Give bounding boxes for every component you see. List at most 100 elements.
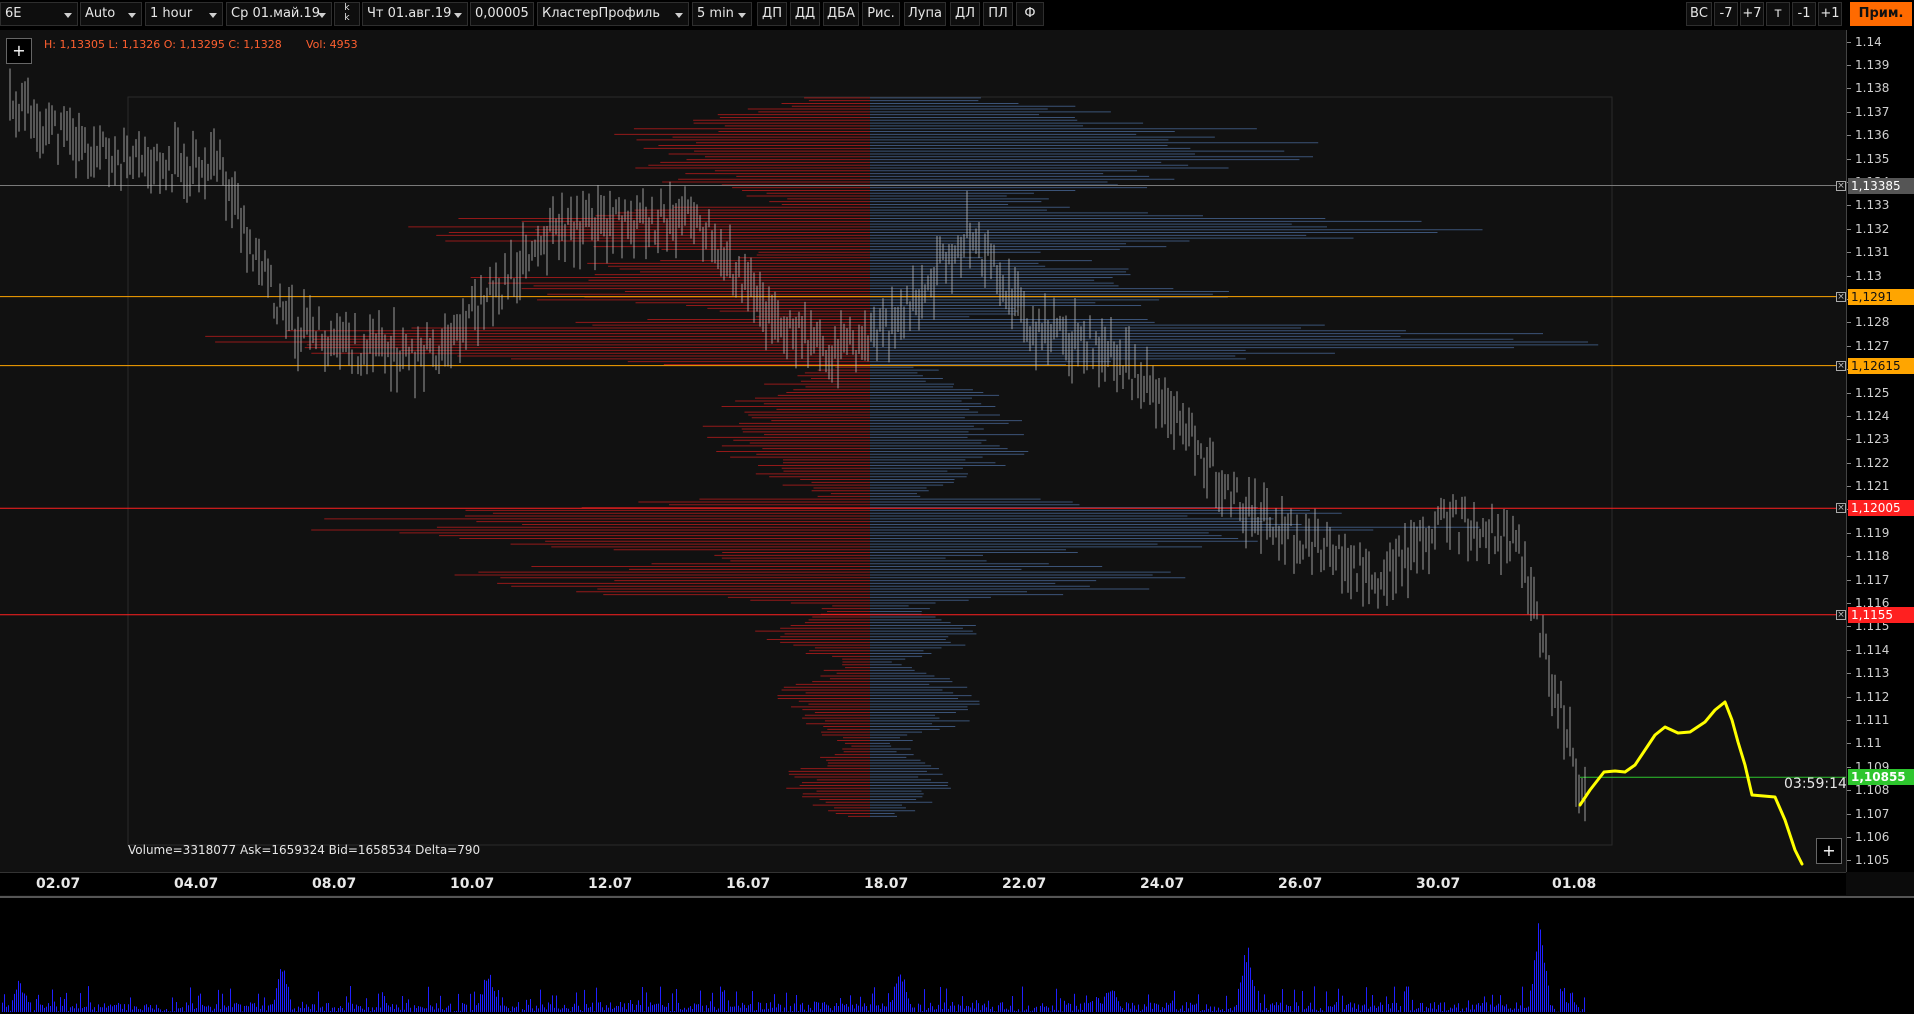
level-remove-button[interactable]: × xyxy=(1836,610,1846,620)
price-tick-label: 1.117 xyxy=(1855,573,1889,587)
volume-bar xyxy=(490,975,491,1012)
volume-bar xyxy=(1338,989,1339,1012)
volume-bar xyxy=(854,1009,855,1012)
price-axis[interactable]: 1.141.1391.1381.1371.1361.1351.1341.1331… xyxy=(1846,30,1914,872)
add-indicator-button[interactable]: + xyxy=(6,38,32,64)
minus1-button[interactable]: -1 xyxy=(1792,2,1816,26)
date-step-back[interactable]: k k xyxy=(334,2,360,26)
volume-bar xyxy=(700,991,701,1012)
date-to-picker[interactable]: Чт 01.авг.19 xyxy=(362,2,468,26)
price-tick-label: 1.124 xyxy=(1855,409,1889,423)
volume-bar xyxy=(882,1003,883,1012)
volume-bar xyxy=(1052,1005,1053,1012)
dl-button[interactable]: ДЛ xyxy=(950,2,980,26)
price-level-tag[interactable]: 1,12005 xyxy=(1848,500,1914,516)
minus7-button[interactable]: -7 xyxy=(1714,2,1738,26)
date-tick-label: 18.07 xyxy=(864,876,908,892)
volume-bar xyxy=(734,1006,735,1012)
level-remove-button[interactable]: × xyxy=(1836,503,1846,513)
volume-bar xyxy=(200,994,201,1012)
volume-bar xyxy=(1286,1005,1287,1012)
volume-bar xyxy=(332,1008,333,1012)
timeframe-select[interactable]: 1 hour xyxy=(145,2,223,26)
volume-bar xyxy=(1070,1004,1071,1012)
volume-bar xyxy=(1266,1008,1267,1012)
volume-bar xyxy=(844,1005,845,1012)
dd-button[interactable]: ДД xyxy=(790,2,820,26)
pl-button[interactable]: ПЛ xyxy=(983,2,1013,26)
vs-button[interactable]: ВС xyxy=(1686,2,1712,26)
magnifier-button[interactable]: Лупа xyxy=(904,2,946,26)
date-from-picker[interactable]: Ср 01.май.19 xyxy=(226,2,332,26)
volume-bar xyxy=(100,1007,101,1012)
volume-bar xyxy=(1238,989,1239,1012)
f-button[interactable]: Ф xyxy=(1016,2,1044,26)
price-level-tag[interactable]: 1,1155 xyxy=(1848,607,1914,623)
price-level-tag[interactable]: 1,13385 xyxy=(1848,178,1914,194)
profile-stats: Volume=3318077 Ask=1659324 Bid=1658534 D… xyxy=(128,843,480,857)
volume-bar xyxy=(878,1005,879,1012)
volume-bar xyxy=(1564,988,1565,1012)
volume-bar xyxy=(1422,1003,1423,1012)
price-level-tag[interactable]: 1,10855 xyxy=(1848,769,1914,785)
volume-bar xyxy=(224,1005,225,1012)
volume-bar xyxy=(910,1004,911,1012)
volume-bar xyxy=(1156,1004,1157,1012)
volume-bar xyxy=(846,1004,847,1012)
volume-bar xyxy=(216,1004,217,1012)
volume-bar xyxy=(1080,1004,1081,1012)
volume-bar xyxy=(1408,987,1409,1012)
volume-bar xyxy=(432,1007,433,1012)
volume-bar xyxy=(82,1008,83,1012)
volume-bar xyxy=(514,1008,515,1012)
volume-bar xyxy=(896,984,897,1012)
dba-button[interactable]: ДБА xyxy=(823,2,859,26)
volume-bar xyxy=(1230,1008,1231,1012)
volume-pane[interactable] xyxy=(0,896,1914,1014)
scale-mode-select[interactable]: Auto xyxy=(80,2,142,26)
volume-bar xyxy=(1378,1006,1379,1012)
volume-bar xyxy=(694,1003,695,1012)
volume-bar xyxy=(1548,986,1549,1012)
volume-bar xyxy=(796,995,797,1012)
volume-bar xyxy=(924,989,925,1012)
volume-bar xyxy=(1392,1003,1393,1012)
level-remove-button[interactable]: × xyxy=(1836,181,1846,191)
tick-size-field[interactable]: 0,00005 xyxy=(470,2,534,26)
price-level-tag[interactable]: 1,1291 xyxy=(1848,289,1914,305)
volume-bar xyxy=(900,975,901,1012)
t-button[interactable]: т xyxy=(1766,2,1790,26)
volume-bar xyxy=(1110,991,1111,1012)
volume-bar xyxy=(602,1007,603,1012)
level-remove-button[interactable]: × xyxy=(1836,292,1846,302)
plus7-button[interactable]: +7 xyxy=(1740,2,1764,26)
add-drawing-button[interactable]: + xyxy=(1816,838,1842,864)
volume-bar xyxy=(1526,1008,1527,1012)
symbol-select[interactable]: 6E xyxy=(0,2,78,26)
level-remove-button[interactable]: × xyxy=(1836,361,1846,371)
volume-bar xyxy=(64,999,65,1012)
volume-bar xyxy=(624,1003,625,1012)
apply-button[interactable]: Прим. xyxy=(1850,2,1912,26)
price-tick-mark xyxy=(1847,416,1851,417)
chart-type-select[interactable]: КластерПрофиль xyxy=(537,2,689,26)
chart-area[interactable]: + H: 1,13305 L: 1,1326 O: 1,13295 C: 1,1… xyxy=(0,30,1846,872)
price-level-tag[interactable]: 1,12615 xyxy=(1848,358,1914,374)
volume-bar xyxy=(576,992,577,1012)
cluster-timeframe-select[interactable]: 5 min xyxy=(692,2,752,26)
volume-bar xyxy=(340,1006,341,1012)
dp-button[interactable]: ДП xyxy=(757,2,787,26)
date-tick-label: 01.08 xyxy=(1552,876,1596,892)
volume-bar xyxy=(760,1003,761,1012)
volume-bar xyxy=(1274,1005,1275,1012)
volume-bar xyxy=(650,1002,651,1012)
volume-bar xyxy=(552,995,553,1012)
volume-bar xyxy=(1310,1003,1311,1012)
plus1-button[interactable]: +1 xyxy=(1818,2,1842,26)
draw-button[interactable]: Рис. xyxy=(862,2,900,26)
volume-bar xyxy=(1092,1001,1093,1012)
volume-bar xyxy=(26,996,27,1012)
volume-bar xyxy=(676,989,677,1012)
date-axis[interactable]: 02.0704.0708.0710.0712.0716.0718.0722.07… xyxy=(0,872,1846,895)
volume-bar xyxy=(732,1007,733,1012)
